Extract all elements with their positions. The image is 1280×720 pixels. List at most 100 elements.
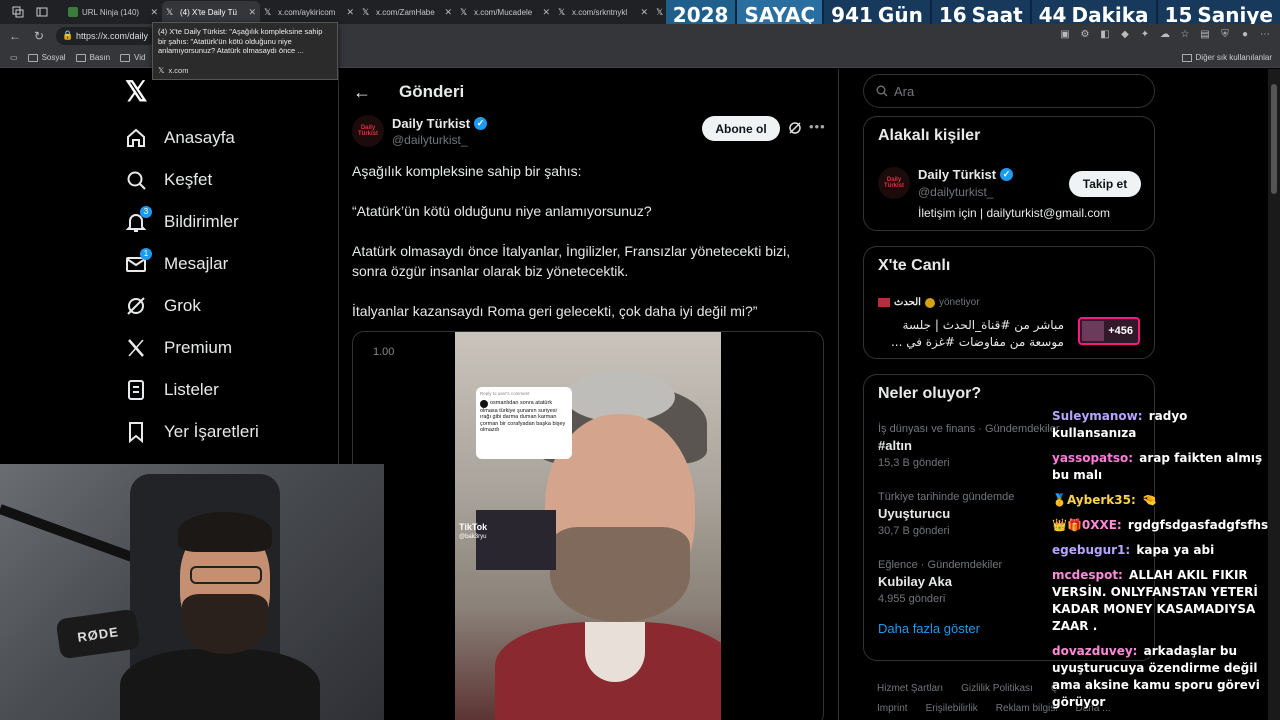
extension-icon[interactable]: ☁: [1158, 27, 1172, 41]
video-frame[interactable]: Reply to user's comment osmanlıdan sonra…: [455, 332, 721, 720]
avatar[interactable]: Daily Türkist: [352, 115, 384, 147]
browser-tab[interactable]: 𝕏x.com/aykiricom ✕: [260, 1, 358, 23]
browser-tab[interactable]: 𝕏 (4) X'te Daily Tü ✕: [162, 1, 260, 23]
column-divider: [838, 69, 839, 720]
close-icon[interactable]: ✕: [542, 7, 550, 18]
favorites-icon[interactable]: ☆: [1178, 27, 1192, 41]
video-person-collar: [585, 622, 645, 682]
nav-item-bell[interactable]: 3 Bildirimler: [125, 206, 239, 237]
folder-icon: [120, 53, 131, 62]
bookmark-apps-icon[interactable]: ▭: [10, 53, 18, 62]
post-video[interactable]: 1.00 Reply to user's comment osmanlıdan …: [352, 331, 824, 720]
grok-icon[interactable]: [788, 121, 802, 135]
grok-icon: [125, 295, 147, 317]
tooltip-url-text: x.com: [168, 65, 189, 75]
trend-category: Eğlence · Gündemdekiler: [878, 559, 1003, 571]
counter-days-unit: Gün: [877, 2, 923, 27]
trend-item[interactable]: Türkiye tarihinde gündemde Uyuşturucu 30,7…: [878, 491, 1014, 537]
x-icon: 𝕏: [460, 7, 468, 17]
streamer-hair: [178, 512, 272, 552]
more-options-icon[interactable]: •••: [809, 119, 826, 134]
x-premium-icon: [125, 337, 147, 359]
playback-speed[interactable]: 1.00: [373, 346, 394, 358]
nav-item-list[interactable]: Listeler: [125, 375, 219, 405]
nav-item-label: Anasayfa: [164, 128, 235, 147]
bookmark-folder[interactable]: Vid: [120, 53, 145, 62]
workspaces-icon[interactable]: [8, 2, 28, 22]
verified-badge-icon: ✓: [1000, 168, 1014, 181]
tab-actions-icon[interactable]: [32, 2, 52, 22]
back-icon[interactable]: ←: [6, 27, 24, 45]
search-input[interactable]: Ara: [863, 74, 1155, 108]
collections-icon[interactable]: ▤: [1198, 27, 1212, 41]
chat-username: mcdespot:: [1052, 568, 1123, 582]
close-icon[interactable]: ✕: [444, 7, 452, 18]
extension-icon[interactable]: ◆: [1118, 27, 1132, 41]
shield-icon[interactable]: ⛨: [1218, 27, 1232, 41]
counter-minutes-value: 44: [1038, 2, 1067, 27]
browser-tab[interactable]: 𝕏x.com/srkntnykl ✕: [554, 1, 652, 23]
live-stream-title[interactable]: مباشر من #قناة_الحدث | جلسة موسعة من مفا…: [878, 317, 1064, 351]
tab-label: x.com/aykiricom: [278, 7, 336, 17]
scrollbar-thumb[interactable]: [1271, 84, 1277, 194]
related-people-title: Alakalı kişiler: [878, 127, 981, 144]
author-handle[interactable]: @dailyturkist_: [392, 133, 487, 147]
post-author[interactable]: Daily Türkist Daily Türkist ✓ @dailyturk…: [352, 115, 488, 147]
avatar[interactable]: Daily Türkist: [878, 167, 910, 199]
bookmark-folder[interactable]: Sosyal: [27, 53, 66, 62]
trend-item[interactable]: Eğlence · Gündemdekiler Kubilay Aka 4.955 …: [878, 559, 1002, 605]
related-person-handle[interactable]: @dailyturkist_: [918, 185, 994, 199]
bookmark-folder[interactable]: Basın: [75, 53, 110, 62]
nav-item-bookmark[interactable]: Yer İşaretleri: [125, 417, 259, 447]
close-icon[interactable]: ✕: [346, 7, 354, 18]
host-suffix: yönetiyor: [938, 297, 980, 308]
show-more-link[interactable]: Daha fazla göster: [878, 621, 980, 636]
tooltip-text: (4) X'te Daily Türkist: "Aşağılık komple…: [158, 27, 323, 55]
reload-icon[interactable]: ↻: [30, 27, 48, 45]
chat-text: rgdgfsdgasfadgfsfhs: [1127, 518, 1269, 532]
nav-item-x-premium[interactable]: Premium: [125, 333, 232, 363]
extension-icon[interactable]: ▣: [1058, 27, 1072, 41]
post-paragraph: İtalyanlar kazansaydı Roma geri gelecekt…: [352, 303, 758, 319]
author-name[interactable]: Daily Türkist: [392, 116, 470, 131]
browser-tab[interactable]: 𝕏x.com/ZamHabe ✕: [358, 1, 456, 23]
more-icon[interactable]: ⋯: [1258, 27, 1272, 41]
related-person-name-row[interactable]: Daily Türkist ✓: [918, 167, 1014, 182]
nav-item-home[interactable]: Anasayfa: [125, 123, 235, 153]
subscribe-button[interactable]: Abone ol: [702, 116, 780, 141]
footer-link[interactable]: Reklam bilgisi: [996, 703, 1058, 714]
folder-icon: [1181, 53, 1192, 62]
x-logo-icon[interactable]: 𝕏: [125, 78, 151, 106]
footer-link[interactable]: Gizlilik Politikası: [961, 683, 1033, 694]
chat-message: dovazduvey: arkadaşlar bu uyuşturucuya ö…: [1052, 643, 1272, 711]
nav-item-search[interactable]: Keşfet: [125, 165, 212, 195]
chat-username: 🥇Ayberk35:: [1052, 493, 1136, 507]
back-arrow-icon[interactable]: ←: [353, 82, 373, 103]
follow-button[interactable]: Takip et: [1069, 171, 1141, 197]
post-column: ← Gönderi Daily Türkist Daily Türkist ✓ …: [339, 69, 838, 720]
live-host[interactable]: الحدث yönetiyor: [878, 297, 980, 308]
footer-link[interactable]: Imprint: [877, 703, 908, 714]
extension-icon[interactable]: ⚙: [1078, 27, 1092, 41]
close-icon[interactable]: ✕: [640, 7, 648, 18]
close-icon[interactable]: ✕: [248, 7, 256, 18]
live-listeners-badge[interactable]: +456: [1078, 317, 1140, 345]
other-bookmarks[interactable]: Diğer sık kullanılanlar: [1181, 53, 1272, 62]
footer-link[interactable]: Hizmet Şartları: [877, 683, 943, 694]
close-icon[interactable]: ✕: [150, 7, 158, 18]
lock-icon: 🔒: [62, 30, 74, 40]
trend-item[interactable]: İş dünyası ve finans · Gündemdekiler #alt…: [878, 423, 1060, 469]
gold-verified-icon: [924, 297, 935, 308]
browser-tab[interactable]: URL Ninja (140) ✕: [64, 1, 162, 23]
url-input[interactable]: 🔒 https://x.com/daily: [56, 27, 156, 45]
profile-avatar-icon[interactable]: ●: [1238, 27, 1252, 41]
browser-tab[interactable]: 𝕏x.com/Mucadele ✕: [456, 1, 554, 23]
nav-item-grok[interactable]: Grok: [125, 291, 201, 321]
nav-item-mail[interactable]: 1 Mesajlar: [125, 248, 228, 279]
related-person-name: Daily Türkist: [918, 167, 997, 182]
footer-link[interactable]: Erişilebilirlik: [926, 703, 978, 714]
live-card: X'te Canlı الحدث yönetiyor مباشر من #قنا…: [863, 246, 1155, 359]
extension-icon[interactable]: ◧: [1098, 27, 1112, 41]
comment-header: Reply to user's comment: [480, 391, 530, 396]
extension-icon[interactable]: ✦: [1138, 27, 1152, 41]
